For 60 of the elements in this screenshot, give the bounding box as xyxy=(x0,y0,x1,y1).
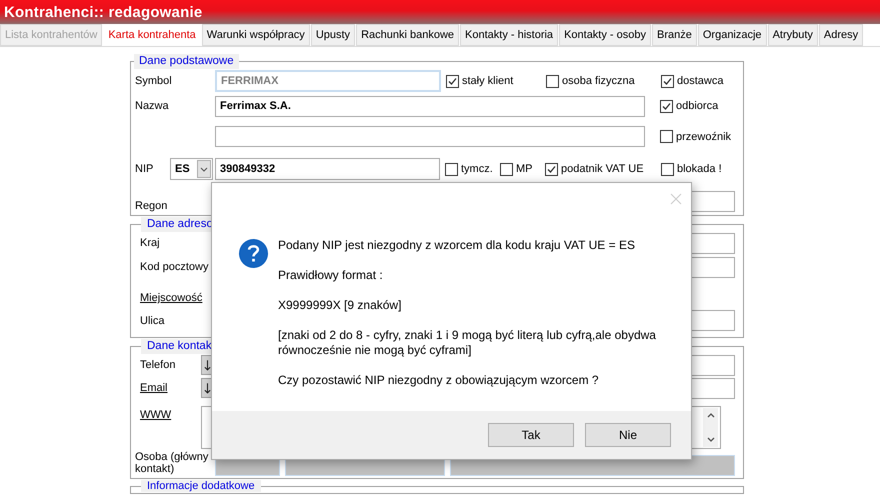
tab[interactable]: Organizacje xyxy=(698,24,767,46)
name-field[interactable]: Ferrimax S.A. xyxy=(215,96,645,116)
field-label: Symbol xyxy=(135,75,173,87)
tab[interactable]: Warunki współpracy xyxy=(202,24,310,46)
down-arrow-icon xyxy=(204,358,210,372)
tab[interactable]: Branże xyxy=(652,24,697,46)
checkbox[interactable] xyxy=(661,162,674,176)
field-label: NIP xyxy=(135,163,154,175)
checkbox-label: dostawca xyxy=(677,75,724,87)
checkbox[interactable] xyxy=(660,130,673,143)
tab[interactable]: Kontakty - historia xyxy=(460,24,558,46)
field-label: Nazwa xyxy=(135,100,170,112)
checkbox[interactable] xyxy=(500,162,513,176)
checkbox-label: osoba fizyczna xyxy=(562,75,635,87)
checkbox-label: podatnik VAT UE xyxy=(561,163,644,175)
question-icon xyxy=(238,238,269,269)
field-link[interactable]: WWW xyxy=(135,406,201,421)
message-text: Czy pozostawić NIP niezgodny z obowiązującym wzorcem ? xyxy=(278,373,600,388)
tab[interactable]: Kontakty - osoby xyxy=(559,24,651,46)
checkbox-label: blokada ! xyxy=(677,163,722,175)
field-link[interactable]: Email xyxy=(135,382,201,394)
field-label: Kod pocztowy xyxy=(139,261,210,273)
checkbox-label: odbiorca xyxy=(676,100,718,112)
down-arrow-icon xyxy=(204,382,210,394)
checkbox[interactable] xyxy=(545,162,558,176)
checkbox[interactable] xyxy=(446,74,459,88)
window-title: Kontrahenci:: redagowanie xyxy=(4,4,202,20)
dialog-button[interactable]: Nie xyxy=(585,423,671,447)
checkbox[interactable] xyxy=(445,162,458,176)
field-label: Regon xyxy=(135,200,168,212)
field-label: Kraj xyxy=(139,237,161,249)
field-label: Osoba (główny kontakt) xyxy=(135,451,210,475)
checkbox[interactable] xyxy=(660,100,673,112)
field-link[interactable]: Miejscowość xyxy=(135,292,215,304)
tab[interactable]: Upusty xyxy=(310,24,356,46)
checkbox-label: przewoźnik xyxy=(676,130,732,142)
message-text: [znaki od 2 do 8 - cyfry, znaki 1 i 9 mogą być literą lub cyfrą,ale obydwa równocześnie nie mogą być cyframi] xyxy=(278,328,657,358)
country-dropdown[interactable]: ES xyxy=(170,158,213,180)
group-title: Dane podstawowe xyxy=(134,54,239,69)
name-field[interactable] xyxy=(215,126,645,147)
message-text: X9999999X [9 znaków] xyxy=(278,298,402,313)
checkbox-label: stały klient xyxy=(462,75,514,87)
field-label: Ulica xyxy=(139,314,166,326)
tab[interactable]: Adresy xyxy=(818,24,864,46)
tab[interactable]: Atrybuty xyxy=(768,24,818,46)
group-title: Informacje dodatkowe xyxy=(141,480,261,492)
message-text: Prawidłowy format : xyxy=(278,268,384,283)
symbol-field[interactable]: FERRIMAX xyxy=(215,70,441,92)
scroll-up-icon[interactable] xyxy=(706,411,716,419)
scroll-down-icon[interactable] xyxy=(706,436,716,444)
scroll-bar[interactable] xyxy=(703,408,718,447)
nip-field[interactable]: 390849332 xyxy=(215,158,440,180)
checkbox[interactable] xyxy=(546,74,559,88)
checkbox-label: MP xyxy=(516,163,532,175)
field-label: Telefon xyxy=(139,359,176,371)
tab[interactable]: Rachunki bankowe xyxy=(356,24,460,46)
checkbox[interactable] xyxy=(661,74,674,88)
message-text: Podany NIP jest niezgodny z wzorcem dla kodu kraju VAT UE = ES xyxy=(278,238,636,253)
dialog-button[interactable]: Tak xyxy=(488,423,574,447)
checkbox-label: tymcz. xyxy=(461,163,493,175)
